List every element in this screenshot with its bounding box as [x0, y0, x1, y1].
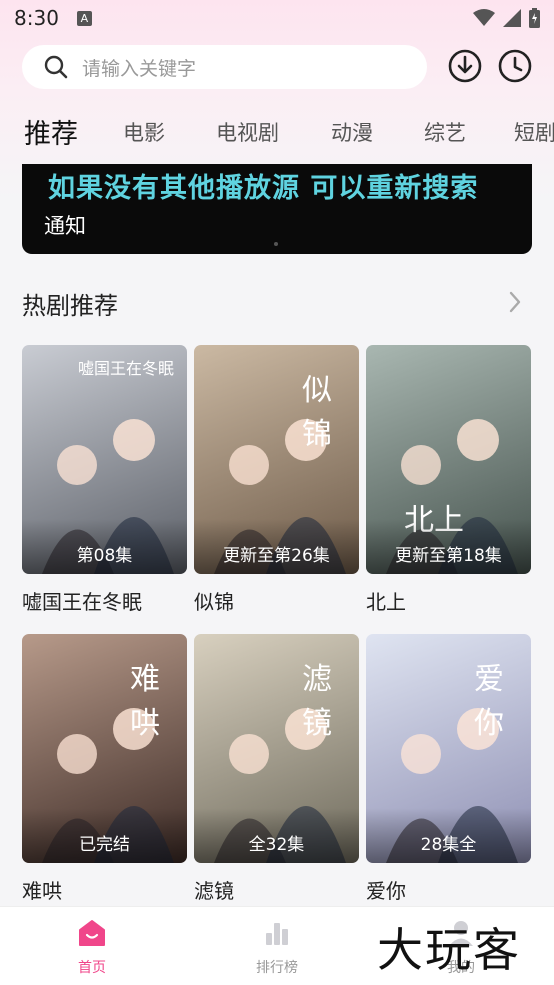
watermark-logo: 大玩客: [377, 923, 521, 977]
signal-icon: [503, 9, 521, 27]
tab-movies[interactable]: 电影: [123, 117, 165, 147]
drama-card[interactable]: 北上更新至第18集北上: [366, 345, 531, 615]
drama-title[interactable]: 北上: [366, 586, 531, 615]
poster-title-art: 似锦: [302, 373, 332, 452]
nav-ranking-label: 排行榜: [256, 960, 298, 976]
drama-title[interactable]: 嘘国王在冬眠: [22, 586, 187, 615]
drama-poster[interactable]: 爱你 28集全: [366, 634, 531, 863]
home-icon: [79, 920, 105, 946]
banner-subtitle: 通知: [44, 214, 86, 238]
chevron-right-icon[interactable]: [508, 290, 522, 314]
drama-card[interactable]: 难哄 已完结 难哄: [22, 634, 187, 904]
episode-badge: 第08集: [76, 546, 133, 566]
history-icon[interactable]: [497, 48, 533, 84]
drama-card[interactable]: 嘘国王在冬眠 第08集 嘘国王在冬眠: [22, 345, 187, 615]
drama-card[interactable]: 似锦 更新至第26集 似锦: [194, 345, 359, 615]
poster-title-art: 难哄: [130, 662, 160, 741]
download-icon[interactable]: [447, 48, 483, 84]
drama-title[interactable]: 似锦: [194, 586, 359, 615]
section-title: 热剧推荐: [22, 292, 118, 320]
episode-badge: 已完结: [79, 835, 130, 855]
status-bar: 8:30 A: [0, 0, 554, 36]
poster-title-art: 滤镜: [302, 662, 332, 741]
battery-icon: [529, 8, 540, 28]
episode-badge: 更新至第26集: [223, 546, 330, 566]
notification-icon: A: [76, 10, 92, 26]
tab-variety[interactable]: 综艺: [424, 117, 466, 147]
nav-home[interactable]: 首页: [52, 919, 132, 977]
drama-poster[interactable]: 难哄已完结: [22, 634, 187, 863]
tab-short-drama[interactable]: 短剧: [514, 117, 554, 147]
drama-card[interactable]: 滤镜 全32集 滤镜: [194, 634, 359, 904]
poster-title-art: 嘘国王在冬眠: [78, 359, 175, 378]
status-icons: [473, 8, 540, 28]
drama-title[interactable]: 难哄: [22, 875, 187, 904]
category-tabs: 推荐 电影 电视剧 动漫 综艺 短剧: [0, 104, 554, 156]
banner-title: 如果没有其他播放源 可以重新搜索: [48, 173, 479, 204]
search-placeholder: 请输入关键字: [82, 57, 197, 80]
nav-ranking[interactable]: 排行榜: [237, 919, 317, 977]
drama-card[interactable]: 爱你 28集全 爱你: [366, 634, 531, 904]
episode-badge: 28集全: [420, 835, 477, 855]
drama-poster[interactable]: 嘘国王在冬眠 第08集: [22, 345, 187, 574]
drama-poster[interactable]: 北上更新至第18集: [366, 345, 531, 574]
episode-badge: 更新至第18集: [395, 546, 502, 566]
drama-poster[interactable]: 似锦更新至第26集: [194, 345, 359, 574]
tab-tv-series[interactable]: 电视剧: [216, 117, 279, 147]
drama-poster[interactable]: 滤镜全32集: [194, 634, 359, 863]
rank-icon: [266, 923, 288, 945]
episode-badge: 全32集: [248, 835, 305, 855]
drama-title[interactable]: 爱你: [366, 875, 531, 904]
tab-anime[interactable]: 动漫: [331, 117, 373, 147]
poster-title-art: 爱你: [474, 662, 504, 741]
notice-banner[interactable]: 如果没有其他播放源 可以重新搜索 通知: [22, 164, 532, 254]
search-input[interactable]: 请输入关键字: [22, 45, 427, 89]
status-time: 8:30: [14, 6, 59, 30]
tab-recommend[interactable]: 推荐: [24, 112, 78, 151]
banner-indicator: [274, 242, 278, 246]
search-icon: [44, 55, 68, 79]
wifi-icon: [473, 9, 495, 26]
drama-title[interactable]: 滤镜: [194, 875, 359, 904]
nav-home-label: 首页: [78, 960, 106, 976]
